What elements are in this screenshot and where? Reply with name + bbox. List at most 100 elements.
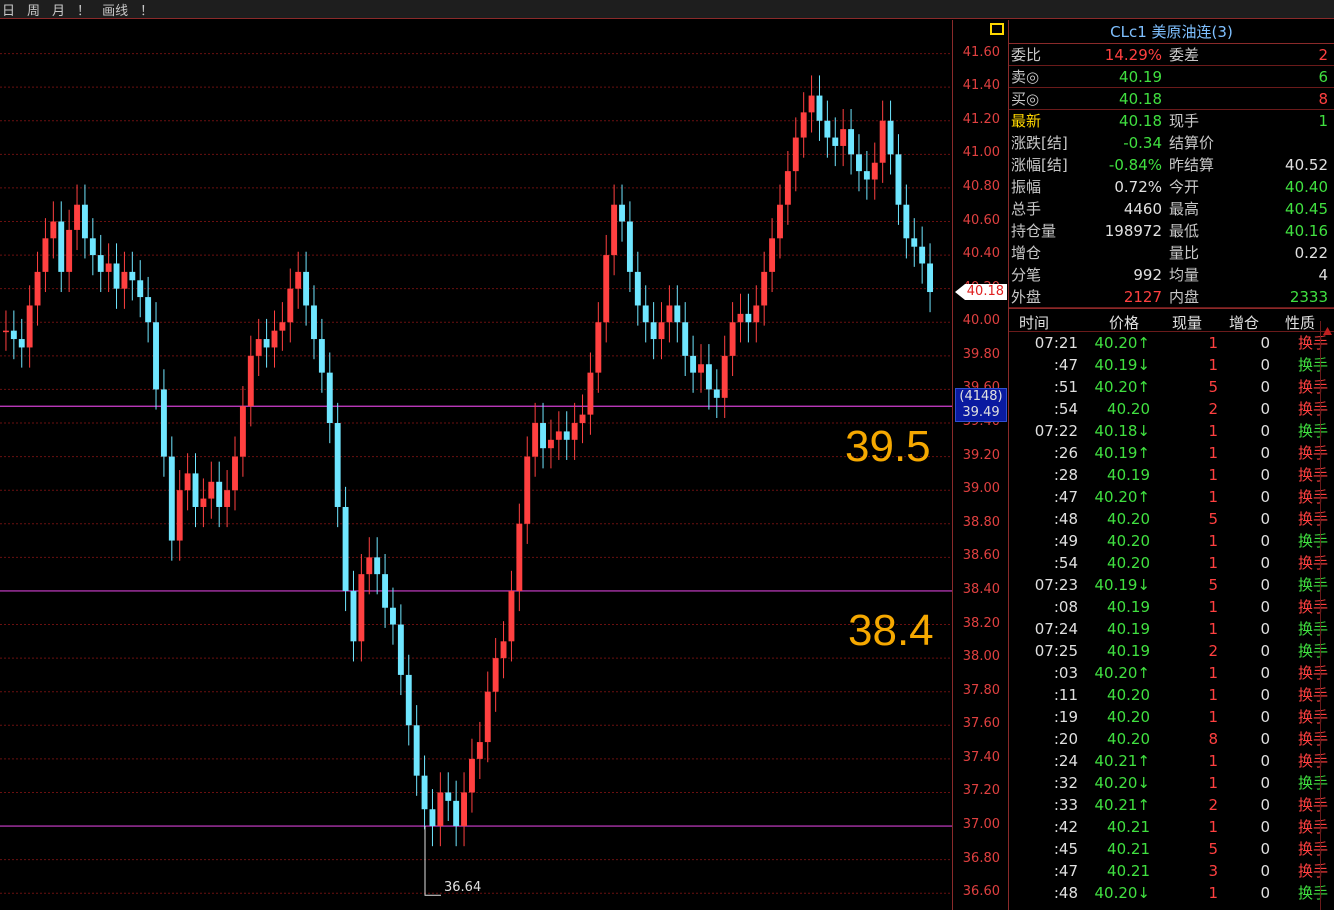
tick-volume: 1 [1208,884,1218,902]
tick-volume: 1 [1208,444,1218,462]
tick-row[interactable]: 07:22 40.18↓ 1 0 换手 [1009,420,1334,442]
tick-row[interactable]: :19 40.20 1 0 换手 [1009,706,1334,728]
tick-row[interactable]: 07:23 40.19↓ 5 0 换手 [1009,574,1334,596]
candle-body [247,355,254,407]
quote-row: 振幅 0.72% 今开 40.40 [1009,176,1334,198]
tick-row[interactable]: :48 40.20 5 0 换手 [1009,508,1334,530]
candle-body [824,120,831,138]
toolbar-item[interactable]: 画线 [102,0,128,19]
toolbar-item[interactable]: ！ [77,0,90,19]
tick-open-interest: 0 [1260,686,1270,704]
tick-row[interactable]: 07:24 40.19 1 0 换手 [1009,618,1334,640]
tick-row[interactable]: :24 40.21↑ 1 0 换手 [1009,750,1334,772]
tick-row[interactable]: :47 40.19↓ 1 0 换手 [1009,354,1334,376]
candle-body [18,339,25,348]
quote-label: 卖◎ [1011,68,1040,86]
candle-body [524,456,531,524]
quote-value: 0.22 [1294,244,1328,262]
tick-column-header: 现量 [1172,314,1203,332]
tick-volume: 3 [1208,862,1218,880]
tick-row[interactable]: :54 40.20 1 0 换手 [1009,552,1334,574]
tick-open-interest: 0 [1260,510,1270,528]
candle-body [658,322,665,340]
candle-body [429,809,436,827]
tick-row[interactable]: :28 40.19 1 0 换手 [1009,464,1334,486]
tick-row[interactable]: 07:25 40.19 2 0 换手 [1009,640,1334,662]
tick-row[interactable]: :49 40.20 1 0 换手 [1009,530,1334,552]
tick-time: :20 [1053,730,1078,748]
candle-body [579,414,586,424]
candle-body [571,423,578,440]
toolbar-item[interactable]: ！ [140,0,153,19]
tick-row[interactable]: :32 40.20↓ 1 0 换手 [1009,772,1334,794]
quote-row: 持仓量 198972 最低 40.16 [1009,220,1334,242]
candle-body [484,691,491,743]
tick-open-interest: 0 [1260,598,1270,616]
low-price-label: 36.64 [444,880,481,895]
tick-row[interactable]: :11 40.20 1 0 换手 [1009,684,1334,706]
candle-body [792,137,799,172]
quote-row: 增仓 量比 0.22 [1009,242,1334,264]
tick-volume: 1 [1208,818,1218,836]
candle-body [397,624,404,675]
y-tick-label: 38.00 [962,649,1000,665]
tick-time: :08 [1053,598,1078,616]
tick-open-interest: 0 [1260,422,1270,440]
candle-body [405,674,412,726]
quote-label: 外盘 [1011,288,1042,306]
candle-body [358,574,365,642]
tick-row[interactable]: :33 40.21↑ 2 0 换手 [1009,794,1334,816]
tick-price: 40.19 [1107,642,1150,660]
tick-row[interactable]: :47 40.20↑ 1 0 换手 [1009,486,1334,508]
quote-row: 涨幅[结] -0.84% 昨结算 40.52 [1009,154,1334,176]
candle-body [160,389,167,457]
tick-table[interactable]: 07:21 40.20↑ 1 0 换手:47 40.19↓ 1 0 换手:51 40.20↑ 5 0 换… [1009,332,1334,904]
tick-volume: 1 [1208,752,1218,770]
tick-price: 40.21 [1107,862,1150,880]
y-tick-label: 38.40 [962,581,1000,597]
window-box-icon[interactable] [990,23,1004,35]
candle-body [453,800,460,827]
toolbar-item[interactable]: 周 [27,0,40,19]
tick-row[interactable]: :42 40.21 1 0 换手 [1009,816,1334,838]
tick-row[interactable]: :45 40.21 5 0 换手 [1009,838,1334,860]
candle-body [784,171,791,205]
y-tick-label: 39.00 [962,481,1000,497]
scroll-up-icon[interactable] [1321,321,1334,341]
tick-scrollbar[interactable] [1320,321,1334,910]
y-tick-label: 39.80 [962,346,1000,362]
candle-body [887,120,894,155]
tick-time: :45 [1053,840,1078,858]
tick-row[interactable]: :54 40.20 2 0 换手 [1009,398,1334,420]
tick-time: :42 [1053,818,1078,836]
tick-row[interactable]: :48 40.20↓ 1 0 换手 [1009,882,1334,904]
quote-value: 2 [1318,46,1328,64]
zone-label-upper: 39.5 [845,422,931,471]
candle-body [208,481,215,499]
tick-volume: 5 [1208,840,1218,858]
candle-body [176,490,183,541]
tick-row[interactable]: :47 40.21 3 0 换手 [1009,860,1334,882]
tick-row[interactable]: :20 40.20 8 0 换手 [1009,728,1334,750]
tick-row[interactable]: :51 40.20↑ 5 0 换手 [1009,376,1334,398]
tick-volume: 1 [1208,598,1218,616]
quote-value: 2127 [1123,288,1162,306]
price-chart[interactable]: 36.64 39.5 38.4 [0,20,952,910]
candle-body [800,112,807,138]
tick-row[interactable]: 07:21 40.20↑ 1 0 换手 [1009,332,1334,354]
tick-row[interactable]: :08 40.19 1 0 换手 [1009,596,1334,618]
candle-body [89,238,96,256]
candle-body [145,297,152,323]
tick-row[interactable]: :26 40.19↑ 1 0 换手 [1009,442,1334,464]
toolbar-item[interactable]: 月 [52,0,65,19]
candle-body [532,423,539,457]
candle-body [461,792,467,827]
tick-row[interactable]: :03 40.20↑ 1 0 换手 [1009,662,1334,684]
tick-time: 07:23 [1034,576,1078,594]
tick-open-interest: 0 [1260,532,1270,550]
candle-body [105,263,112,272]
quote-value: -0.84% [1108,156,1162,174]
candle-body [540,423,546,449]
tick-price: 40.20 [1107,400,1150,418]
toolbar-item[interactable]: 日 [2,0,15,19]
